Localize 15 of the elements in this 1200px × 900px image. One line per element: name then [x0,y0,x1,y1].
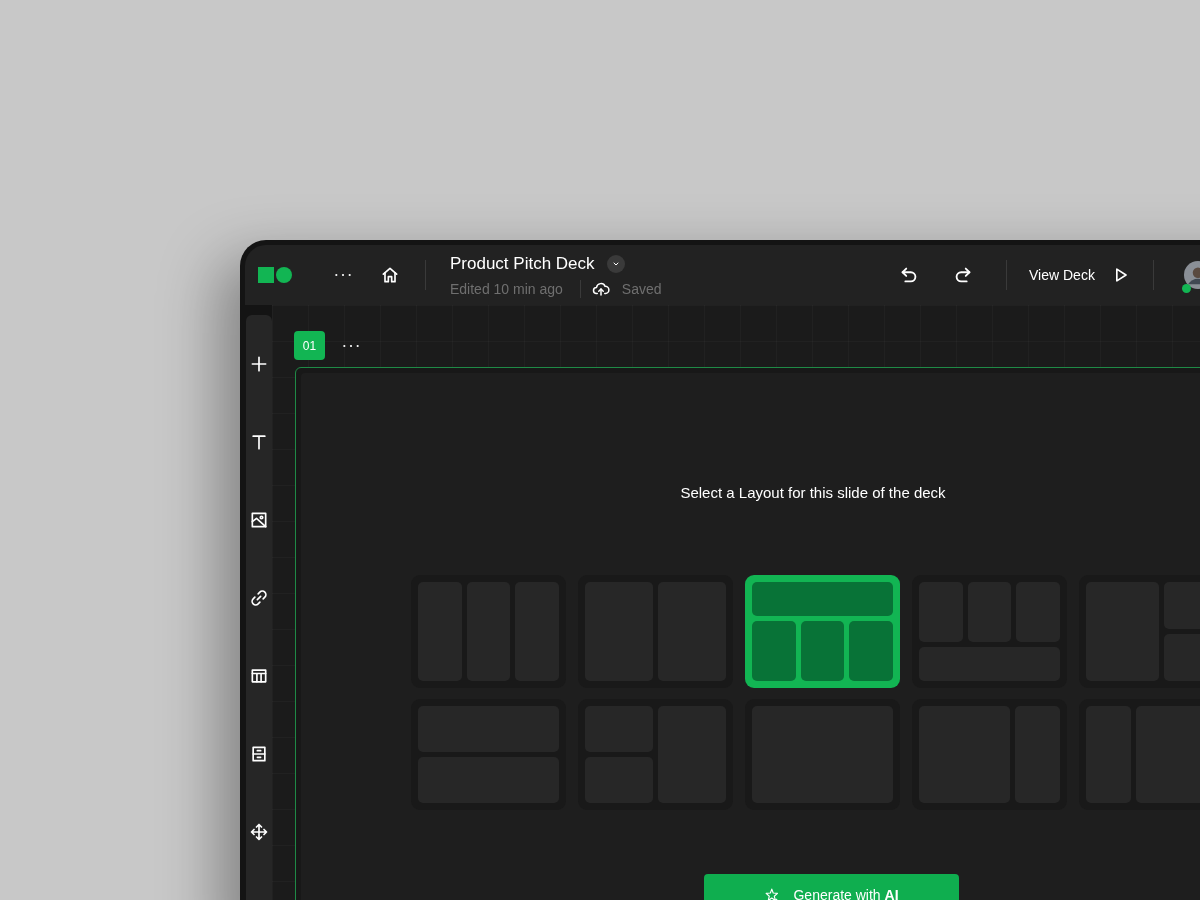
layout-prompt: Select a Layout for this slide of the deck [680,484,946,501]
save-status: Saved [621,279,662,298]
edited-time: Edited 10 min ago [450,279,563,298]
generate-with-ai-button[interactable]: Generate with AI [704,874,959,900]
move-icon[interactable] [249,822,269,842]
form-icon[interactable] [249,744,269,764]
link-icon[interactable] [249,588,269,608]
home-icon[interactable] [380,265,400,285]
text-icon[interactable] [249,432,269,452]
table-icon[interactable] [249,666,269,686]
image-icon[interactable] [249,510,269,530]
slide-number-badge[interactable]: 01 [294,331,325,360]
document-title: Product Pitch Deck [450,252,595,275]
add-icon[interactable] [249,354,269,374]
view-deck-button[interactable]: View Deck [1029,264,1131,286]
